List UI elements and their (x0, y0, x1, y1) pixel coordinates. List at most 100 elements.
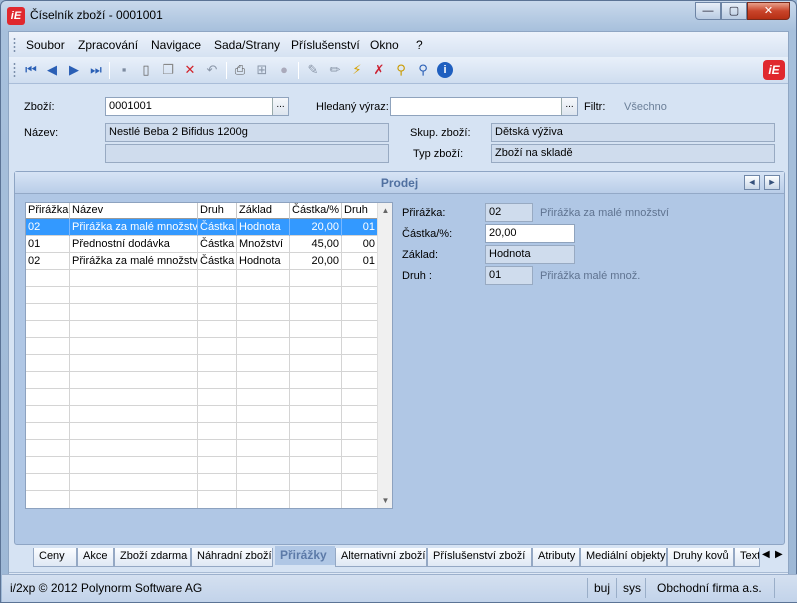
toolbar-grip-icon (13, 62, 16, 77)
tab-bar: Ceny Akce Zboží zdarma Náhradní zboží Př… (15, 546, 788, 568)
panel-header: Prodej ◄ ► (15, 172, 784, 194)
tab-text[interactable]: Text (734, 548, 760, 567)
status-user: buj (594, 581, 611, 595)
prev-record-icon[interactable]: ◀ (44, 62, 60, 78)
filter-clear-icon[interactable]: ✗ (371, 62, 387, 78)
menu-okno[interactable]: Okno (370, 38, 399, 52)
cell-prirazka: 02 (26, 253, 70, 270)
tab-akce[interactable]: Akce (77, 548, 114, 567)
menu-help[interactable]: ? (416, 38, 423, 52)
zbozi-lookup-button[interactable]: ... (272, 98, 288, 115)
menu-grip-icon (13, 37, 16, 52)
detail-prirazka-field[interactable]: 02 (485, 203, 533, 222)
search-icon[interactable]: ⚲ (393, 62, 409, 78)
edit-icon[interactable]: ✎ (305, 62, 321, 78)
detail-castka-input[interactable]: 20,00 (485, 224, 575, 243)
table-row[interactable]: 02 Přirážka za malé množství Částka Hodn… (26, 253, 378, 270)
menu-prislusenstvi[interactable]: Příslušenství (291, 38, 360, 52)
tab-druhy-kovu[interactable]: Druhy kovů (667, 548, 734, 567)
status-company: Obchodní firma a.s. (657, 581, 762, 595)
detail-prirazka-desc: Přirážka za malé množství (540, 207, 669, 219)
skup-zbozi-label: Skup. zboží: (410, 127, 471, 139)
maximize-button[interactable]: ▢ (721, 2, 747, 20)
hledany-vyraz-lookup-button[interactable]: ... (561, 98, 577, 115)
scroll-down-icon[interactable]: ▼ (378, 493, 393, 508)
header-form: Zboží: 0001001 ... Hledaný výraz: ... Fi… (9, 85, 788, 169)
app-logo-icon: iE (7, 7, 25, 25)
status-bar: i/2xp © 2012 Polynorm Software AG buj sy… (2, 574, 797, 602)
undo-icon[interactable]: ↶ (204, 62, 220, 78)
detail-zaklad-field[interactable]: Hodnota (485, 245, 575, 264)
tab-nahradni-zbozi[interactable]: Náhradní zboží (191, 548, 273, 567)
cell-nazev: Přednostní dodávka (70, 236, 198, 253)
disabled-circle-icon[interactable]: ● (276, 62, 292, 78)
tab-scroll-left-icon[interactable]: ◀ (762, 549, 770, 560)
tree-icon[interactable]: ⊞ (254, 62, 270, 78)
minimize-button[interactable]: — (695, 2, 721, 20)
print-icon[interactable]: ⎙ (232, 62, 248, 78)
scroll-up-icon[interactable]: ▲ (378, 203, 393, 218)
col-header-zaklad[interactable]: Základ (237, 203, 290, 219)
hledany-vyraz-input[interactable]: ... (390, 97, 578, 116)
close-button[interactable]: ✕ (747, 2, 790, 20)
tab-prirazky[interactable]: Přirážky (275, 546, 335, 565)
cell-prirazka: 01 (26, 236, 70, 253)
cell-castka: 45,00 (290, 236, 342, 253)
last-record-icon[interactable]: ⏭ (88, 62, 104, 78)
edit-alt-icon[interactable]: ✏ (327, 62, 343, 78)
info-icon[interactable]: i (437, 62, 453, 78)
delete-icon[interactable]: ✕ (182, 62, 198, 78)
detail-castka-label: Částka/%: (402, 228, 453, 240)
find-user-icon[interactable]: ⚲ (415, 62, 431, 78)
status-role: sys (623, 581, 641, 595)
detail-druh-field[interactable]: 01 (485, 266, 533, 285)
grid-header: Přirážka Název Druh Základ Částka/% Druh (26, 203, 378, 219)
filtr-value[interactable]: Všechno (624, 101, 667, 113)
col-header-nazev[interactable]: Název (70, 203, 198, 219)
table-row[interactable]: 01 Přednostní dodávka Částka Množství 45… (26, 236, 378, 253)
menu-sada-strany[interactable]: Sada/Strany (214, 38, 280, 52)
brand-logo-icon: iE (763, 60, 785, 80)
cell-nazev: Přirážka za malé množství (70, 253, 198, 270)
filtr-label: Filtr: (584, 101, 606, 113)
copy-icon[interactable]: ❐ (160, 62, 176, 78)
detail-prirazka-value: 02 (489, 206, 502, 218)
panel-prev-button[interactable]: ◄ (744, 175, 760, 190)
tab-ceny[interactable]: Ceny (33, 548, 77, 567)
menu-soubor[interactable]: Soubor (26, 38, 65, 52)
typ-zbozi-label: Typ zboží: (413, 148, 464, 160)
col-header-castka[interactable]: Částka/% (290, 203, 342, 219)
tab-zbozi-zdarma[interactable]: Zboží zdarma (114, 548, 191, 567)
menu-bar: Soubor Zpracování Navigace Sada/Strany P… (9, 32, 788, 57)
filter-icon[interactable]: ⚡ (349, 62, 365, 78)
grid-vertical-scrollbar[interactable]: ▲ ▼ (377, 203, 392, 508)
next-record-icon[interactable]: ▶ (66, 62, 82, 78)
menu-navigace[interactable]: Navigace (151, 38, 201, 52)
tab-prislusenstvi-zbozi[interactable]: Příslušenství zboží (427, 548, 532, 567)
detail-druh-desc: Přirážka malé množ. (540, 270, 641, 282)
panel-next-button[interactable]: ► (764, 175, 780, 190)
skup-zbozi-field: Dětská výživa (491, 123, 775, 142)
tab-scroll-right-icon[interactable]: ▶ (775, 549, 783, 560)
col-header-prirazka[interactable]: Přirážka (26, 203, 70, 219)
cell-druh-2: 01 (342, 219, 378, 236)
detail-prirazka-label: Přirážka: (402, 207, 446, 219)
cell-druh: Částka (198, 236, 237, 253)
zbozi-input[interactable]: 0001001 ... (105, 97, 289, 116)
col-header-druh[interactable]: Druh (198, 203, 237, 219)
tab-alternativni-zbozi[interactable]: Alternativní zboží (335, 548, 427, 567)
nazev-label: Název: (24, 127, 59, 139)
cell-zaklad: Množství (237, 236, 290, 253)
prirazky-grid[interactable]: Přirážka Název Druh Základ Částka/% Druh… (25, 202, 393, 509)
tab-atributy[interactable]: Atributy (532, 548, 580, 567)
first-record-icon[interactable]: ⏮ (23, 62, 39, 78)
table-row[interactable]: 02 Přirážka za malé množství Částka Hodn… (26, 219, 378, 236)
col-header-druh-2[interactable]: Druh (342, 203, 378, 219)
new-document-icon[interactable]: ▯ (138, 62, 154, 78)
save-icon[interactable]: ▪ (116, 62, 132, 78)
menu-zpracovani[interactable]: Zpracování (78, 38, 138, 52)
status-copyright: i/2xp © 2012 Polynorm Software AG (10, 581, 203, 595)
zbozi-value: 0001001 (109, 100, 152, 112)
tab-medialni-objekty[interactable]: Mediální objekty (580, 548, 667, 567)
title-bar[interactable]: iE Číselník zboží - 0001001 — ▢ ✕ (1, 1, 796, 31)
